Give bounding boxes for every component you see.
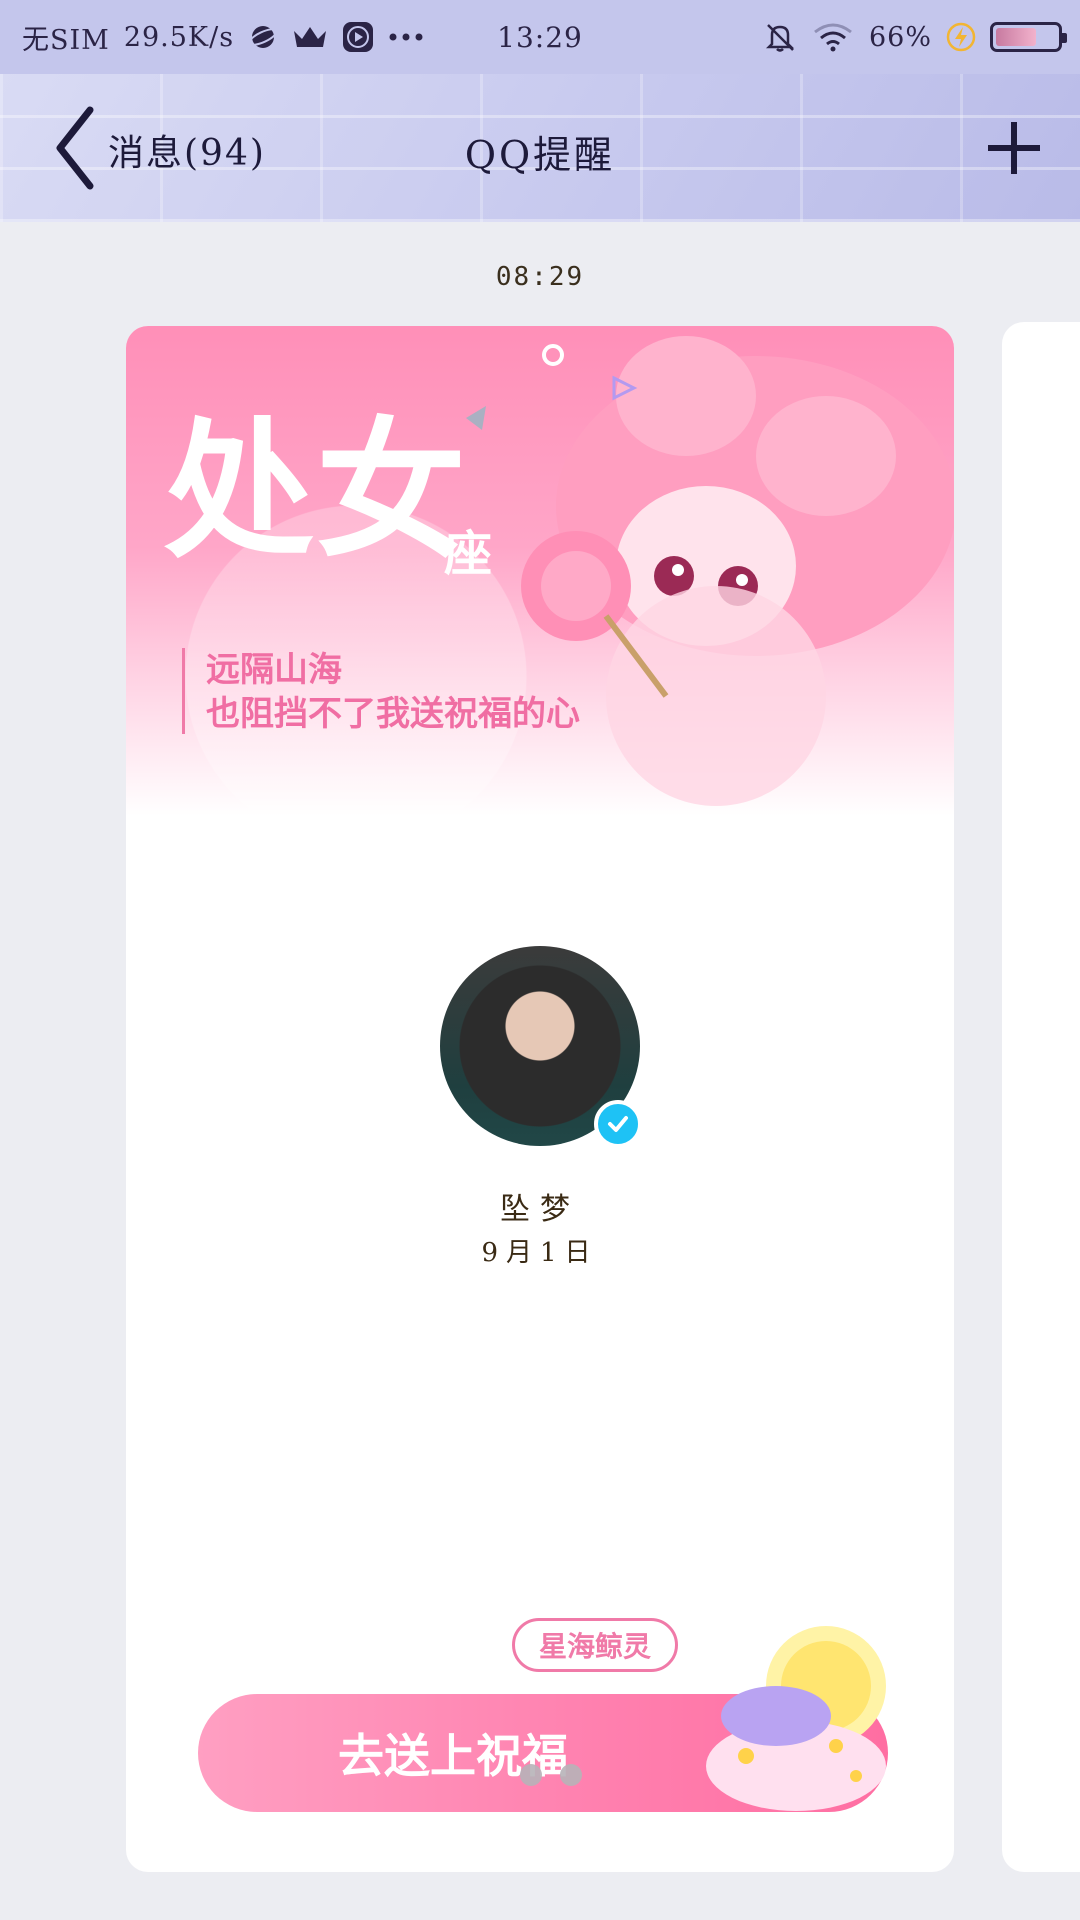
triangle-decoration-icon xyxy=(612,375,638,401)
pager-dot[interactable] xyxy=(520,1764,542,1786)
sim-status: 无SIM xyxy=(22,24,110,56)
chevron-left-icon xyxy=(52,106,98,194)
plus-icon xyxy=(984,122,1044,182)
status-bar: 无SIM 29.5K/s 13:29 66% xyxy=(0,0,1080,74)
back-button[interactable]: 消息(94) xyxy=(52,106,266,194)
banner-line-2: 也阻挡不了我送祝福的心 xyxy=(206,695,580,733)
birthday-date: 9月1日 xyxy=(481,1238,599,1268)
network-speed: 29.5K/s xyxy=(123,21,235,53)
planet-icon xyxy=(248,22,278,52)
mascot-illustration xyxy=(521,336,954,806)
wifi-icon xyxy=(811,22,855,52)
play-icon xyxy=(342,21,374,53)
more-dots-icon xyxy=(388,32,424,42)
back-label: 消息(94) xyxy=(108,133,266,174)
mute-icon xyxy=(763,20,797,54)
battery-percent: 66% xyxy=(868,21,932,53)
nav-bar: 消息(94) QQ提醒 xyxy=(0,74,1080,222)
zodiac-title: 处女 xyxy=(164,407,469,575)
crown-icon xyxy=(292,23,328,51)
banner-line-1: 远隔山海 xyxy=(206,651,342,689)
circle-decoration-icon xyxy=(542,344,564,366)
add-button[interactable] xyxy=(984,118,1044,182)
friend-name: 坠梦 xyxy=(500,1192,580,1227)
pager-dots xyxy=(520,1764,582,1786)
battery-level xyxy=(996,28,1036,46)
theme-tag: 星海鲸灵 xyxy=(512,1618,679,1672)
verified-check-icon xyxy=(594,1100,642,1148)
quote-bar xyxy=(182,648,185,734)
zodiac-banner: 处女 座 远隔山海 也阻挡不了我送祝福的心 xyxy=(126,326,954,816)
friend-avatar-container[interactable] xyxy=(440,946,642,1148)
banner-message: 远隔山海 也阻挡不了我送祝福的心 xyxy=(206,648,580,736)
charging-icon xyxy=(946,22,976,52)
status-right: 66% xyxy=(763,20,1067,54)
zodiac-title-suffix: 座 xyxy=(444,528,493,581)
next-card-peek[interactable] xyxy=(1002,322,1080,1872)
message-timestamp: 08:29 xyxy=(495,262,585,292)
birthday-card[interactable]: 处女 座 远隔山海 也阻挡不了我送祝福的心 坠梦 9月1日 星海鲸灵 去送上祝福 xyxy=(126,326,954,1872)
pager-dot[interactable] xyxy=(560,1764,582,1786)
battery-icon xyxy=(990,22,1067,52)
whale-mascot-icon xyxy=(706,1626,886,1811)
status-left: 无SIM 29.5K/s xyxy=(22,18,424,57)
